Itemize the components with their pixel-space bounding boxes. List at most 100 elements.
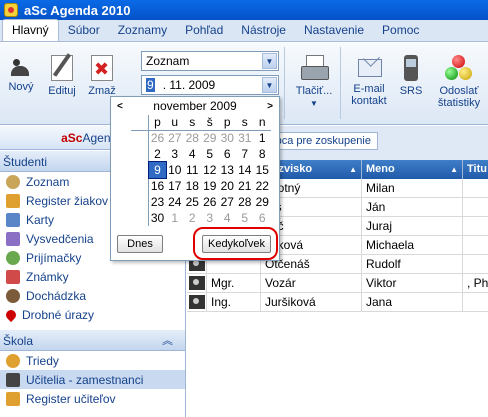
- column-first-name[interactable]: Meno ▲: [362, 160, 463, 179]
- calendar-day[interactable]: 30: [149, 210, 167, 226]
- calendar-day[interactable]: 1: [166, 210, 184, 226]
- highlight-annotation: [193, 227, 278, 260]
- calendar-day[interactable]: 6: [254, 210, 272, 226]
- calendar-day[interactable]: 30: [219, 130, 237, 146]
- calendar-day[interactable]: 20: [219, 178, 237, 194]
- calendar-day[interactable]: 28: [184, 130, 202, 146]
- calendar-day[interactable]: 2: [184, 210, 202, 226]
- weekday-label: s: [183, 115, 201, 131]
- calendar-day[interactable]: 2: [149, 146, 167, 162]
- teachers-icon: [6, 372, 20, 387]
- table-row[interactable]: Mgr.VozárViktor , PhD: [187, 274, 488, 293]
- collapse-chevron-icon[interactable]: ︽: [162, 330, 173, 352]
- title-cell: Mgr.: [207, 274, 261, 292]
- first-name-cell: Ján: [362, 198, 463, 216]
- calendar-day[interactable]: 3: [166, 146, 184, 162]
- calendar-day[interactable]: 5: [236, 210, 254, 226]
- printer-icon: [301, 55, 329, 81]
- calendar-day[interactable]: 4: [184, 146, 202, 162]
- calendar-day[interactable]: 13: [219, 162, 237, 178]
- tab-hlavny[interactable]: Hlavný: [2, 19, 59, 41]
- calendar-day[interactable]: 18: [184, 178, 202, 194]
- calendar-day[interactable]: 22: [254, 178, 272, 194]
- calendar-day[interactable]: 14: [236, 162, 254, 178]
- date-picker-input[interactable]: 9 . 11. 2009 ▼: [141, 75, 279, 95]
- calendar-day[interactable]: 29: [201, 130, 219, 146]
- calendar-day[interactable]: 7: [236, 146, 254, 162]
- sidebar-item-drobne-urazy[interactable]: Drobné úrazy: [0, 305, 185, 324]
- tab-zoznamy[interactable]: Zoznamy: [109, 20, 176, 41]
- tab-subor[interactable]: Súbor: [59, 20, 109, 41]
- tab-pohlad[interactable]: Pohľad: [176, 20, 232, 41]
- admissions-icon: [6, 250, 20, 265]
- calendar-day[interactable]: 1: [254, 130, 272, 146]
- calendar-day[interactable]: 9: [147, 161, 167, 179]
- weekday-label: p: [148, 115, 166, 131]
- mobile-phone-icon: [404, 55, 418, 81]
- tab-nastavenie[interactable]: Nastavenie: [295, 20, 373, 41]
- column-degree[interactable]: Titu: [463, 160, 488, 179]
- weekday-label: u: [166, 115, 184, 131]
- sidebar-item-dochadzka[interactable]: Dochádzka: [0, 286, 185, 305]
- calendar-day[interactable]: 28: [236, 194, 254, 210]
- calendar-day[interactable]: 5: [201, 146, 219, 162]
- statistics-balls-icon: [444, 55, 474, 81]
- person-photo-icon: [189, 295, 205, 309]
- sidebar-item-triedy[interactable]: Triedy: [0, 351, 185, 370]
- calendar-day[interactable]: 24: [166, 194, 184, 210]
- calendar-day[interactable]: 6: [219, 146, 237, 162]
- table-row[interactable]: Ing. Juršiková Jana: [187, 293, 488, 312]
- calendar-day[interactable]: 15: [254, 162, 272, 178]
- calendar-week-row: 26 27 28 29 30 31 1: [131, 130, 271, 146]
- cards-icon: [6, 212, 20, 227]
- calendar-day[interactable]: 29: [254, 194, 272, 210]
- tab-pomoc[interactable]: Pomoc: [373, 20, 428, 41]
- classes-icon: [6, 353, 20, 368]
- calendar-week-row: 16 17 18 19 20 21 22: [131, 178, 271, 194]
- calendar-day[interactable]: 26: [201, 194, 219, 210]
- calendar-day[interactable]: 8: [254, 146, 272, 162]
- print-button[interactable]: Tlačiť... ▼: [292, 49, 336, 108]
- week-number: [131, 194, 149, 210]
- calendar-day[interactable]: 3: [201, 210, 219, 226]
- first-name-cell: Milan: [362, 179, 463, 197]
- calendar-day[interactable]: 4: [219, 210, 237, 226]
- chevron-down-icon: ▼: [310, 99, 318, 108]
- calendar-day[interactable]: 12: [201, 162, 219, 178]
- today-button[interactable]: Dnes: [117, 235, 163, 253]
- first-name-cell: Viktor: [362, 274, 463, 292]
- calendar-day[interactable]: 31: [236, 130, 254, 146]
- school-group-header[interactable]: Škola ︽: [0, 329, 185, 351]
- chevron-down-icon[interactable]: ▼: [262, 53, 277, 69]
- new-button[interactable]: Nový: [6, 49, 36, 93]
- calendar-day[interactable]: 25: [184, 194, 202, 210]
- calendar-day[interactable]: 19: [201, 178, 219, 194]
- surname-cell: Vozár: [261, 274, 362, 292]
- next-month-button[interactable]: >: [267, 101, 273, 112]
- week-number-header: [131, 115, 149, 131]
- view-select[interactable]: Zoznam ▼: [141, 51, 279, 71]
- week-number: [131, 210, 149, 226]
- delete-button[interactable]: Zmaž: [86, 49, 118, 97]
- menu-bar: Hlavný Súbor Zoznamy Pohľad Nástroje Nas…: [0, 19, 488, 42]
- calendar-dropdown-icon[interactable]: ▼: [262, 77, 277, 93]
- calendar-day[interactable]: 10: [166, 162, 184, 178]
- calendar-day[interactable]: 27: [166, 130, 184, 146]
- sidebar-item-register-ucitelov[interactable]: Register učiteľov: [0, 389, 185, 408]
- sms-button[interactable]: SRS: [398, 49, 424, 97]
- calendar-day[interactable]: 26: [149, 130, 167, 146]
- edit-button[interactable]: Edituj: [44, 49, 80, 97]
- calendar-day[interactable]: 17: [166, 178, 184, 194]
- ribbon-separator: [284, 47, 285, 119]
- sidebar-item-ucitelia[interactable]: Učitelia - zamestnanci: [0, 370, 185, 389]
- calendar-day[interactable]: 21: [236, 178, 254, 194]
- send-statistics-button[interactable]: Odoslať štatistiky: [434, 49, 484, 109]
- tab-nastroje[interactable]: Nástroje: [232, 20, 295, 41]
- sidebar-item-znamky[interactable]: Známky: [0, 267, 185, 286]
- calendar-day[interactable]: 23: [149, 194, 167, 210]
- previous-month-button[interactable]: <: [117, 101, 123, 112]
- email-contact-button[interactable]: E-mail kontakt: [348, 49, 390, 107]
- calendar-day[interactable]: 11: [184, 162, 202, 178]
- calendar-day[interactable]: 27: [219, 194, 237, 210]
- calendar-day[interactable]: 16: [149, 178, 167, 194]
